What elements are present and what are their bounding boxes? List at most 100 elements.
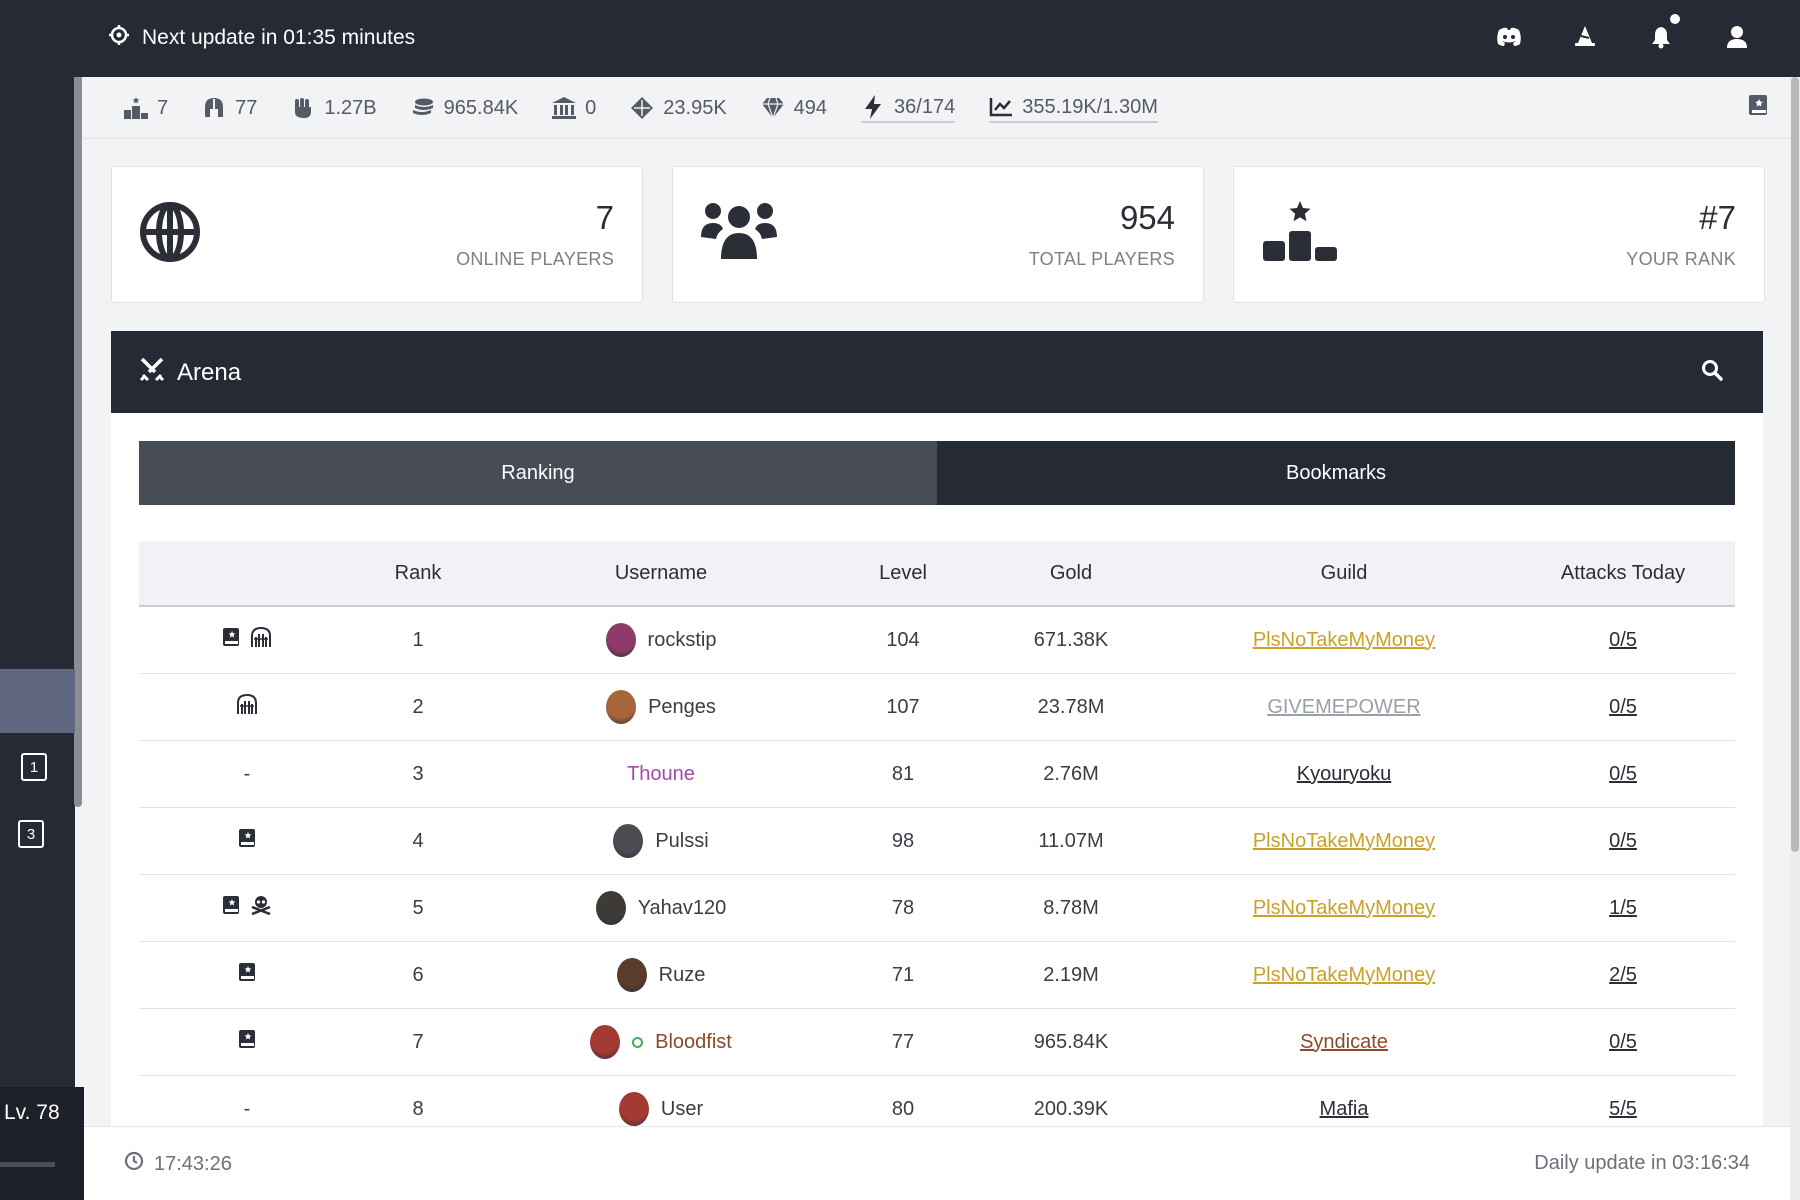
user-icon[interactable] <box>1722 20 1752 54</box>
guild-link[interactable]: PlsNoTakeMyMoney <box>1253 964 1435 987</box>
resource-value: 0 <box>585 96 597 119</box>
avatar[interactable] <box>616 958 647 992</box>
level-cell: 98 <box>891 829 915 852</box>
guild-link[interactable]: PlsNoTakeMyMoney <box>1253 897 1435 920</box>
attacks-today-link[interactable]: 0/5 <box>1609 629 1637 652</box>
username-link[interactable]: Yahav120 <box>638 897 727 920</box>
bell-icon[interactable] <box>1646 14 1680 54</box>
row-flags <box>139 626 355 653</box>
username-cell[interactable]: Pulssi <box>481 824 841 858</box>
username-cell[interactable]: User <box>481 1092 841 1126</box>
gate-icon <box>250 626 272 653</box>
resource-gem[interactable]: 494 <box>761 93 827 123</box>
helmet-icon <box>202 96 226 120</box>
row-flags <box>139 895 355 921</box>
fist-icon <box>291 96 315 120</box>
table-row: 5 Yahav120 78 8.78M PlsNoTakeMyMoney 1/5 <box>139 875 1735 942</box>
guild-cell: GIVEMEPOWER <box>1177 696 1511 719</box>
sidebar-badge-1[interactable]: 1 <box>21 753 47 781</box>
resource-value: 965.84K <box>443 96 519 119</box>
tab-bookmarks[interactable]: Bookmarks <box>937 441 1735 505</box>
attacks-cell: 0/5 <box>1511 1031 1735 1054</box>
your-rank-value: #7 <box>1699 199 1736 236</box>
guild-link[interactable]: Mafia <box>1320 1098 1369 1121</box>
username-link[interactable]: rockstip <box>648 629 717 652</box>
bookmark-icon[interactable] <box>238 962 256 988</box>
attacks-today-link[interactable]: 0/5 <box>1609 763 1637 786</box>
bookmark-icon[interactable] <box>222 627 240 653</box>
guild-link[interactable]: Kyouryoku <box>1297 763 1392 786</box>
guild-link[interactable]: Syndicate <box>1300 1031 1388 1054</box>
username-link[interactable]: Pulssi <box>655 830 708 853</box>
bookmark-icon[interactable] <box>222 895 240 921</box>
column-header-rank[interactable]: Rank <box>355 562 481 585</box>
level-cell: 81 <box>891 762 915 785</box>
avatar[interactable] <box>595 891 626 925</box>
username-link[interactable]: Bloodfist <box>655 1031 732 1054</box>
rank-cell: 8 <box>412 1097 424 1120</box>
resource-helmet[interactable]: 77 <box>202 93 257 123</box>
column-header-guild[interactable]: Guild <box>1177 562 1511 585</box>
username-link[interactable]: User <box>661 1098 703 1121</box>
bookmark-book-icon[interactable] <box>1748 94 1768 121</box>
resource-fist[interactable]: 1.27B <box>291 93 377 123</box>
column-header-username[interactable]: Username <box>481 562 841 585</box>
guild-link[interactable]: PlsNoTakeMyMoney <box>1253 629 1435 652</box>
resource-strip: 7 77 1.27B 965.84K 0 23.95K 494 36/174 355.19K/1… <box>84 77 1790 139</box>
rank-cell: 7 <box>412 1030 424 1053</box>
sidebar-scrollbar[interactable] <box>74 77 82 807</box>
page-scrollbar[interactable] <box>1790 77 1800 1200</box>
guild-link[interactable]: GIVEMEPOWER <box>1267 696 1420 719</box>
sidebar-active-item[interactable] <box>0 669 75 733</box>
discord-icon[interactable] <box>1494 20 1524 54</box>
resource-value: 494 <box>793 96 828 119</box>
username-cell[interactable]: Ruze <box>481 958 841 992</box>
tab-ranking[interactable]: Ranking <box>139 441 937 505</box>
level-cell: 78 <box>891 896 915 919</box>
avatar[interactable] <box>606 690 637 724</box>
attacks-today-link[interactable]: 0/5 <box>1609 1031 1637 1054</box>
avatar[interactable] <box>618 1092 649 1126</box>
attacks-today-link[interactable]: 0/5 <box>1609 830 1637 853</box>
avatar[interactable] <box>605 623 636 657</box>
attacks-today-link[interactable]: 5/5 <box>1609 1098 1637 1121</box>
column-header-level[interactable]: Level <box>841 562 965 585</box>
gold-cell: 2.76M <box>1043 762 1099 785</box>
sidebar-badge-2[interactable]: 3 <box>18 820 44 848</box>
guild-link[interactable]: PlsNoTakeMyMoney <box>1253 830 1435 853</box>
username-cell[interactable]: Yahav120 <box>481 891 841 925</box>
username-link[interactable]: Penges <box>648 696 716 719</box>
table-row: 1 rockstip 104 671.38K PlsNoTakeMyMoney 0/5 <box>139 607 1735 674</box>
username-link[interactable]: Ruze <box>659 964 706 987</box>
username-link[interactable]: Thoune <box>627 763 695 786</box>
username-cell[interactable]: rockstip <box>481 623 841 657</box>
rank-cell: 2 <box>412 695 424 718</box>
avatar[interactable] <box>613 824 644 858</box>
bookmark-icon[interactable] <box>238 1029 256 1055</box>
resource-coins[interactable]: 965.84K <box>411 93 519 123</box>
username-cell[interactable]: Penges <box>481 690 841 724</box>
username-cell[interactable]: Thoune <box>481 763 841 786</box>
guild-cell: Kyouryoku <box>1177 763 1511 786</box>
resource-bank[interactable]: 0 <box>552 93 596 123</box>
column-header-attacks[interactable]: Attacks Today <box>1511 562 1735 585</box>
resource-crystal[interactable]: 23.95K <box>630 93 727 123</box>
gold-cell: 965.84K <box>1033 1030 1109 1053</box>
attacks-today-link[interactable]: 0/5 <box>1609 696 1637 719</box>
attacks-today-link[interactable]: 1/5 <box>1609 897 1637 920</box>
resource-chart[interactable]: 355.19K/1.30M <box>989 93 1158 123</box>
resource-podium[interactable]: 7 <box>124 93 168 123</box>
clock-icon <box>124 1151 144 1177</box>
column-header-gold[interactable]: Gold <box>965 562 1177 585</box>
online-players-count: 7 <box>595 199 614 236</box>
search-icon[interactable] <box>1701 359 1723 386</box>
wizard-hat-icon[interactable] <box>1570 20 1600 54</box>
attacks-cell: 2/5 <box>1511 964 1735 987</box>
avatar[interactable] <box>590 1025 621 1059</box>
bookmark-icon[interactable] <box>238 828 256 854</box>
page-scrollbar-thumb[interactable] <box>1791 77 1799 852</box>
attacks-today-link[interactable]: 2/5 <box>1609 964 1637 987</box>
resource-lightning[interactable]: 36/174 <box>861 93 956 123</box>
username-cell[interactable]: Bloodfist <box>481 1025 841 1059</box>
rank-cell: 1 <box>412 628 424 651</box>
